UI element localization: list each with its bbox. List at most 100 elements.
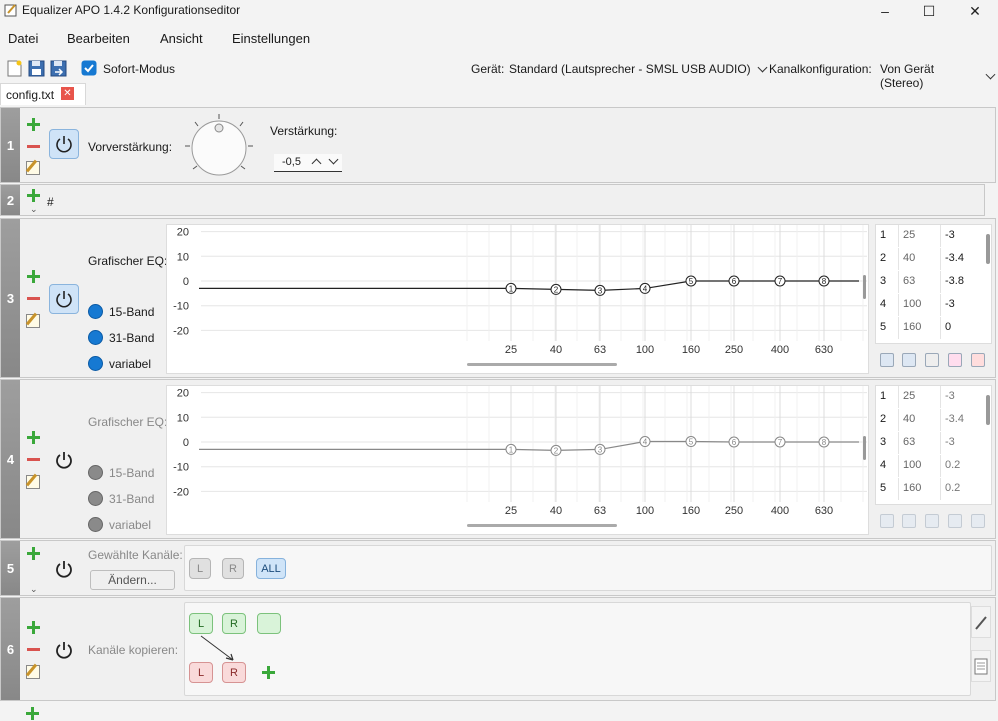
table-scrollbar[interactable] bbox=[986, 395, 990, 425]
export-icon[interactable] bbox=[902, 514, 916, 528]
add-icon[interactable] bbox=[27, 621, 40, 634]
edit-icon[interactable] bbox=[26, 475, 40, 489]
radio-31-band[interactable]: 31-Band bbox=[88, 330, 154, 345]
band-frequency[interactable]: 40 bbox=[898, 248, 940, 270]
band-gain[interactable]: -3.4 bbox=[940, 409, 984, 431]
radio-15-band[interactable]: 15-Band bbox=[88, 465, 154, 480]
band-gain[interactable]: -3 bbox=[940, 225, 984, 247]
menu-datei[interactable]: Datei bbox=[8, 31, 38, 46]
brush-icon[interactable] bbox=[971, 606, 991, 638]
add-icon[interactable] bbox=[27, 118, 40, 131]
band-frequency[interactable]: 160 bbox=[898, 478, 940, 500]
table-row[interactable]: 2 40 -3.4 bbox=[876, 409, 984, 431]
eq-band-table[interactable]: 1 25 -3 2 40 -3.4 3 63 -3 4 100 0.2 5 160 0.2 bbox=[875, 385, 992, 505]
edit-icon[interactable] bbox=[26, 665, 40, 679]
band-frequency[interactable]: 25 bbox=[898, 386, 940, 408]
radio-15-band[interactable]: 15-Band bbox=[88, 304, 154, 319]
table-row[interactable]: 1 25 -3 bbox=[876, 386, 984, 408]
band-frequency[interactable]: 100 bbox=[898, 294, 940, 316]
band-gain[interactable]: -3 bbox=[940, 386, 984, 408]
increment-icon[interactable] bbox=[311, 158, 322, 169]
add-icon[interactable] bbox=[27, 189, 40, 202]
save-as-icon[interactable] bbox=[50, 60, 67, 77]
expand-icon[interactable]: ⌄ bbox=[30, 205, 38, 214]
band-frequency[interactable]: 63 bbox=[898, 271, 940, 293]
change-channels-button[interactable]: Ändern... bbox=[90, 570, 175, 590]
band-frequency[interactable]: 40 bbox=[898, 409, 940, 431]
menu-bearbeiten[interactable]: Bearbeiten bbox=[67, 31, 130, 46]
add-filter-icon[interactable] bbox=[26, 707, 39, 720]
table-row[interactable]: 2 40 -3.4 bbox=[876, 248, 984, 270]
import-icon[interactable] bbox=[880, 353, 894, 367]
export-icon[interactable] bbox=[902, 353, 916, 367]
normalize-icon[interactable] bbox=[971, 353, 985, 367]
menu-ansicht[interactable]: Ansicht bbox=[160, 31, 203, 46]
radio-variabel[interactable]: variabel bbox=[88, 356, 151, 371]
radio-31-band[interactable]: 31-Band bbox=[88, 491, 154, 506]
tab-config[interactable]: config.txt ✕ bbox=[0, 83, 86, 105]
table-row[interactable]: 4 100 -3 bbox=[876, 294, 984, 316]
gain-spinbox[interactable]: -0,5 bbox=[274, 154, 342, 172]
new-file-icon[interactable] bbox=[6, 60, 23, 77]
decrement-icon[interactable] bbox=[328, 154, 339, 165]
band-gain[interactable]: -3 bbox=[940, 432, 984, 454]
power-button[interactable] bbox=[49, 445, 79, 475]
flatten-icon[interactable] bbox=[925, 514, 939, 528]
target-r-button[interactable]: R bbox=[222, 662, 246, 683]
remove-icon[interactable] bbox=[27, 648, 40, 651]
source-empty-button[interactable] bbox=[257, 613, 281, 634]
add-target-icon[interactable] bbox=[262, 666, 275, 679]
target-l-button[interactable]: L bbox=[189, 662, 213, 683]
power-button[interactable] bbox=[49, 554, 79, 584]
channel-l-button[interactable]: L bbox=[189, 558, 211, 579]
source-r-button[interactable]: R bbox=[222, 613, 246, 634]
invert-icon[interactable] bbox=[948, 353, 962, 367]
notes-icon[interactable] bbox=[971, 650, 991, 682]
save-icon[interactable] bbox=[28, 60, 45, 77]
band-gain[interactable]: 0 bbox=[940, 317, 984, 339]
add-icon[interactable] bbox=[27, 270, 40, 283]
table-row[interactable]: 3 63 -3.8 bbox=[876, 271, 984, 293]
band-gain[interactable]: 0.2 bbox=[940, 455, 984, 477]
power-button[interactable] bbox=[49, 129, 79, 159]
radio-variabel[interactable]: variabel bbox=[88, 517, 151, 532]
device-combo[interactable]: Standard (Lautsprecher - SMSL USB AUDIO) bbox=[509, 62, 770, 76]
band-frequency[interactable]: 63 bbox=[898, 432, 940, 454]
menu-einstellungen[interactable]: Einstellungen bbox=[232, 31, 310, 46]
power-button[interactable] bbox=[49, 635, 79, 665]
band-frequency[interactable]: 25 bbox=[898, 225, 940, 247]
remove-icon[interactable] bbox=[27, 458, 40, 461]
table-row[interactable]: 5 160 0.2 bbox=[876, 478, 984, 500]
table-scrollbar[interactable] bbox=[986, 234, 990, 264]
instant-mode-checkbox[interactable] bbox=[81, 60, 98, 77]
source-l-button[interactable]: L bbox=[189, 613, 213, 634]
edit-icon[interactable] bbox=[26, 161, 40, 175]
gain-knob[interactable] bbox=[183, 112, 255, 180]
close-button[interactable]: ✕ bbox=[952, 0, 998, 22]
eq-curve-svg[interactable]: 20100-10-2025406310016025040063012345678 bbox=[167, 386, 868, 534]
import-icon[interactable] bbox=[880, 514, 894, 528]
table-row[interactable]: 4 100 0.2 bbox=[876, 455, 984, 477]
eq-graph[interactable]: 20 10 0 -10 -20 25 40 63 100 160 250 400 630 1 2 3 4 5 6 7 8 bbox=[166, 385, 869, 535]
minimize-button[interactable]: – bbox=[862, 0, 908, 22]
band-frequency[interactable]: 160 bbox=[898, 317, 940, 339]
edit-icon[interactable] bbox=[26, 314, 40, 328]
power-button[interactable] bbox=[49, 284, 79, 314]
close-tab-icon[interactable]: ✕ bbox=[61, 87, 74, 100]
channel-all-button[interactable]: ALL bbox=[256, 558, 286, 579]
expand-icon[interactable]: ⌄ bbox=[30, 585, 38, 594]
add-icon[interactable] bbox=[27, 431, 40, 444]
flatten-icon[interactable] bbox=[925, 353, 939, 367]
table-row[interactable]: 5 160 0 bbox=[876, 317, 984, 339]
normalize-icon[interactable] bbox=[971, 514, 985, 528]
table-row[interactable]: 3 63 -3 bbox=[876, 432, 984, 454]
add-icon[interactable] bbox=[27, 547, 40, 560]
channel-r-button[interactable]: R bbox=[222, 558, 244, 579]
eq-curve-svg[interactable]: 20100-10-2025406310016025040063012345678 bbox=[167, 225, 868, 373]
remove-icon[interactable] bbox=[27, 297, 40, 300]
band-gain[interactable]: -3 bbox=[940, 294, 984, 316]
band-gain[interactable]: 0.2 bbox=[940, 478, 984, 500]
band-frequency[interactable]: 100 bbox=[898, 455, 940, 477]
invert-icon[interactable] bbox=[948, 514, 962, 528]
eq-graph[interactable]: 20 10 0 -10 -20 25 40 63 100 160 250 400 630 1 2 3 4 5 6 7 8 bbox=[166, 224, 869, 374]
